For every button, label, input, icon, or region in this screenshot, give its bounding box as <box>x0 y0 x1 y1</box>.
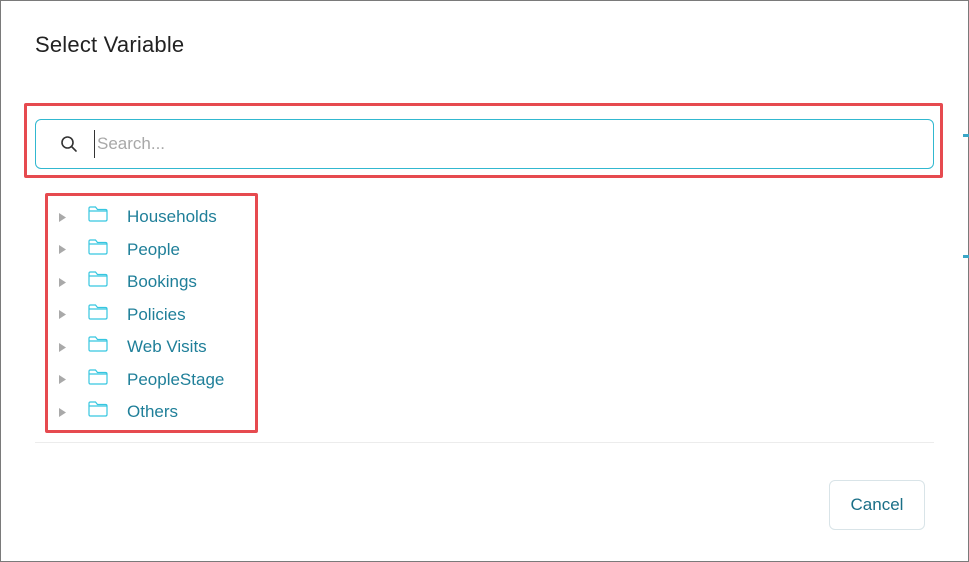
edge-artifact <box>963 255 969 258</box>
tree-item-label: Others <box>127 402 179 422</box>
folder-icon <box>88 401 108 417</box>
tree-item-web-visits[interactable]: Web Visits <box>53 331 253 364</box>
select-variable-dialog: Select Variable Households <box>0 0 969 562</box>
expand-caret-icon[interactable] <box>59 308 73 322</box>
tree-item-label: People <box>127 239 180 259</box>
folder-icon <box>88 239 108 255</box>
tree-item-label: Households <box>127 207 217 227</box>
expand-caret-icon[interactable] <box>59 340 73 354</box>
expand-caret-icon[interactable] <box>59 373 73 387</box>
expand-caret-icon[interactable] <box>59 210 73 224</box>
edge-artifact <box>963 134 969 137</box>
search-input[interactable] <box>94 130 917 158</box>
tree-item-policies[interactable]: Policies <box>53 299 253 332</box>
tree-item-others[interactable]: Others <box>53 396 253 429</box>
expand-caret-icon[interactable] <box>59 243 73 257</box>
tree-item-label: Web Visits <box>127 337 207 357</box>
dialog-title: Select Variable <box>35 32 185 57</box>
tree-item-people[interactable]: People <box>53 234 253 267</box>
tree-item-bookings[interactable]: Bookings <box>53 266 253 299</box>
cancel-button[interactable]: Cancel <box>829 480 925 530</box>
search-icon <box>61 136 77 152</box>
variable-tree: Households People Bookings Policies Web … <box>53 201 253 429</box>
folder-icon <box>88 206 108 222</box>
footer-divider <box>35 442 934 443</box>
tree-item-label: Policies <box>127 304 186 324</box>
folder-icon <box>88 369 108 385</box>
folder-icon <box>88 336 108 352</box>
folder-icon <box>88 304 108 320</box>
folder-icon <box>88 271 108 287</box>
expand-caret-icon[interactable] <box>59 405 73 419</box>
tree-item-label: Bookings <box>127 272 197 292</box>
tree-item-peoplestage[interactable]: PeopleStage <box>53 364 253 397</box>
tree-item-households[interactable]: Households <box>53 201 253 234</box>
tree-item-label: PeopleStage <box>127 369 225 389</box>
expand-caret-icon[interactable] <box>59 275 73 289</box>
search-box[interactable] <box>35 119 934 169</box>
